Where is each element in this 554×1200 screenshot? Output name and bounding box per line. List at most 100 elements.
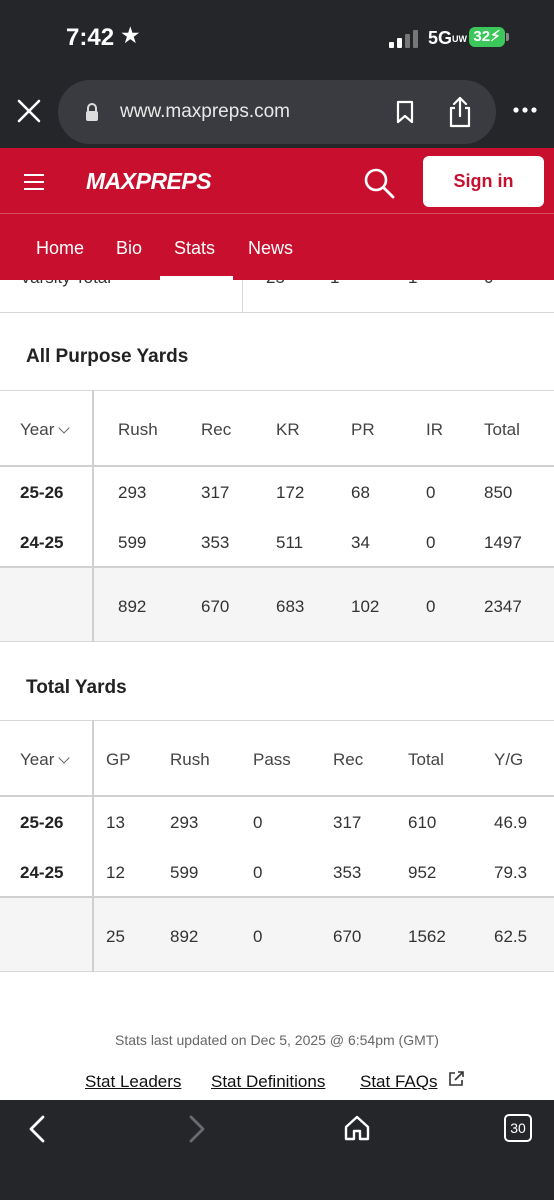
total-cell: 62.5 [494,927,528,946]
network-label: 5GUW [428,28,468,48]
clipped-total-row: Varsity Total 25 1 1 0 [0,280,554,312]
profile-nav-tabs: Home Bio Stats News [0,214,554,280]
total-cell: 670 [201,597,230,616]
column-header[interactable]: Total [484,420,520,440]
clipped-row-label: Varsity Total [20,280,111,288]
column-header[interactable]: Rush [118,420,158,440]
forward-icon[interactable] [186,1114,208,1144]
clipped-row-value: 1 [408,280,417,288]
column-header[interactable]: Rec [201,420,231,440]
tab-home[interactable]: Home [36,238,84,259]
clipped-row-value: 0 [484,280,493,288]
external-link-icon [449,1071,464,1086]
address-bar[interactable]: www.maxpreps.com [58,80,496,144]
tab-bio[interactable]: Bio [116,238,142,259]
column-header[interactable]: Rush [170,750,210,770]
stat-faqs-link[interactable]: Stat FAQs [360,1072,437,1092]
column-header[interactable]: IR [426,420,443,440]
total-cell: 670 [333,927,362,946]
table-cell: 0 [253,863,263,882]
table-cell: 13 [106,813,125,832]
table-cell: 0 [426,533,436,552]
total-cell: 683 [276,597,305,616]
table-cell: 599 [170,863,199,882]
column-header[interactable]: Y/G [494,750,523,770]
more-icon[interactable] [512,106,538,114]
browser-bottom-nav: 30 [0,1100,554,1200]
table-cell: 79.3 [494,863,528,882]
table-cell: 12 [106,863,125,882]
site-header: MAXPREPS Sign in Home Bio Stats News [0,148,554,280]
status-time: 7:42 [66,24,115,51]
divider [0,312,554,313]
table-cell: 172 [276,483,305,502]
tabs-icon[interactable]: 30 [504,1114,532,1142]
total-cell: 892 [118,597,147,616]
table-cell: 317 [333,813,362,832]
total-cell: 102 [351,597,380,616]
section-title-total-yards: Total Yards [26,677,127,698]
table-cell: 0 [253,813,263,832]
table-cell: 0 [426,483,436,502]
stat-leaders-link[interactable]: Stat Leaders [85,1072,181,1092]
table-cell: 353 [333,863,362,882]
year-sort-header[interactable]: Year [20,420,71,440]
browser-toolbar: www.maxpreps.com [0,76,554,148]
total-cell: 0 [253,927,263,946]
column-header[interactable]: Pass [253,750,291,770]
bookmark-icon[interactable] [394,100,416,124]
sign-in-button[interactable]: Sign in [423,156,544,207]
chevron-down-icon [58,422,71,434]
year-sort-header[interactable]: Year [20,750,71,770]
all-purpose-yards-table: Year Rush Rec KR PR IR Total 25-26 293 3… [0,390,554,642]
table-cell: 599 [118,533,147,552]
signal-bars-icon [389,30,419,48]
table-cell: 610 [408,813,437,832]
table-cell: 1497 [484,533,522,552]
total-cell: 2347 [484,597,522,616]
tab-stats[interactable]: Stats [174,238,215,259]
lock-icon [86,103,98,121]
menu-icon[interactable] [24,174,46,192]
total-cell: 25 [106,927,125,946]
search-icon[interactable] [362,166,396,200]
table-cell: 46.9 [494,813,528,832]
total-cell: 0 [426,597,436,616]
chevron-down-icon [58,752,71,764]
row-year: 25-26 [20,813,64,832]
column-header[interactable]: PR [351,420,375,440]
close-icon[interactable] [14,96,44,126]
total-cell: 1562 [408,927,446,946]
total-yards-table: Year GP Rush Pass Rec Total Y/G 25-26 13… [0,720,554,972]
table-cell: 511 [276,533,304,552]
url-text: www.maxpreps.com [120,101,290,122]
row-year: 24-25 [20,863,64,882]
section-title-all-purpose-yards: All Purpose Yards [26,346,189,367]
row-year: 25-26 [20,483,64,502]
total-cell: 892 [170,927,199,946]
row-year: 24-25 [20,533,64,552]
battery-indicator: 32⚡︎ [469,27,505,47]
logo-text: MAXPREPS [86,168,212,194]
column-header[interactable]: KR [276,420,300,440]
star-icon: ★ [120,22,141,48]
table-cell: 353 [201,533,230,552]
battery-tip [506,33,509,41]
back-icon[interactable] [26,1114,48,1144]
stat-definitions-link[interactable]: Stat Definitions [211,1072,325,1092]
status-bar: 7:42 ★ 5GUW 32⚡︎ [0,0,554,76]
maxpreps-logo[interactable]: MAXPREPS [86,162,212,202]
table-cell: 317 [201,483,230,502]
column-header[interactable]: Total [408,750,444,770]
table-cell: 34 [351,533,370,552]
table-cell: 952 [408,863,437,882]
tab-news[interactable]: News [248,238,293,259]
column-header[interactable]: Rec [333,750,363,770]
share-icon[interactable] [447,96,473,128]
home-icon[interactable] [343,1114,371,1142]
table-cell: 293 [170,813,199,832]
column-header[interactable]: GP [106,750,131,770]
stats-updated-note: Stats last updated on Dec 5, 2025 @ 6:54… [115,1032,439,1048]
table-cell: 850 [484,483,513,502]
table-cell: 68 [351,483,370,502]
